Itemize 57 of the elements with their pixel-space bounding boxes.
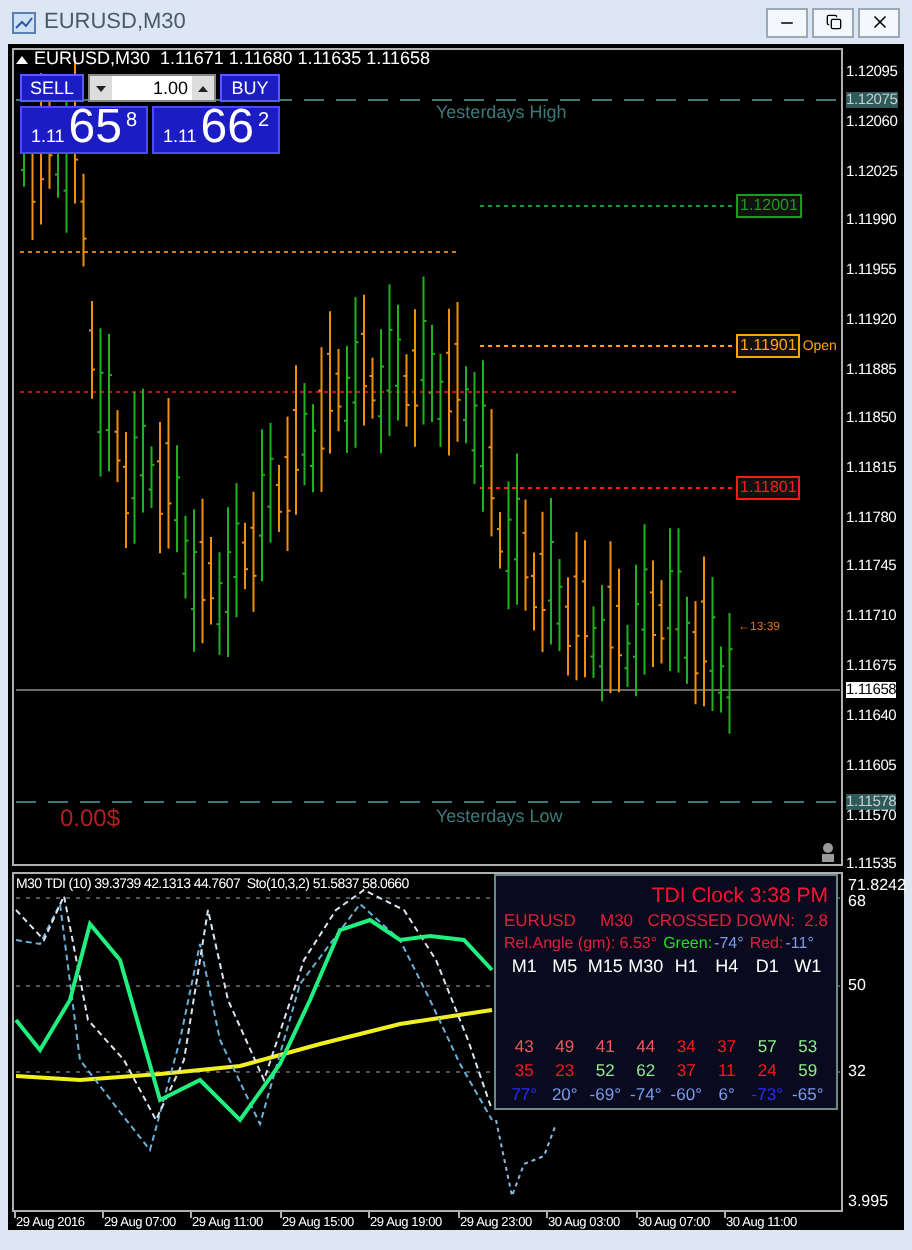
tdi-value: 59 [796,1060,820,1082]
tdi-value: 44 [634,1036,658,1058]
timeframe-label: D1 [753,956,781,978]
tdi-value: 62 [634,1060,658,1082]
tdi-value: 37 [715,1036,739,1058]
lot-size-field[interactable]: 1.00 [112,76,192,100]
chart-header: EURUSD,M30 1.11671 1.11680 1.11635 1.11658 [34,50,430,68]
tdi-value: 34 [674,1036,698,1058]
lot-stepper[interactable]: 1.00 [88,74,216,102]
sell-button[interactable]: SELL [20,74,84,102]
tdi-value: 6° [716,1084,737,1106]
level-label: Yesterdays Low [436,808,563,826]
cross-signal: CROSSED DOWN: 2.8 [647,910,828,932]
price-tag: 1.11901 [736,334,801,358]
tdi-value: -65° [790,1084,826,1106]
tdi-value: 23 [553,1060,577,1082]
tdi-value: 37 [674,1060,698,1082]
tdi-value: 49 [553,1036,577,1058]
tdi-value: 41 [593,1036,617,1058]
angle-text: Rel.Angle (gm): 6.53° [504,932,658,954]
fast-line-label: Green: [663,932,713,954]
tdi-value: -74° [628,1084,664,1106]
tdi-value: 20° [549,1084,580,1106]
timeframe-label: M1 [509,956,539,978]
signal-line-angle: -11° [785,932,814,954]
tdi-value: 52 [593,1060,617,1082]
indicator-axis-label: 3.995 [848,1194,889,1210]
indicator-axis-label: 50 [848,978,866,994]
price-tag: 1.12001 [736,194,802,218]
tdi-value: 24 [755,1060,779,1082]
indicator-axis-label: 32 [848,1064,866,1080]
window-title: EURUSD,M30 [44,7,186,38]
timeframe-label: M15 [585,956,625,978]
signal-line-label: Red: [749,932,784,954]
tdi-value: -69° [587,1084,623,1106]
level-label: Yesterdays High [436,104,567,122]
price-tag: 1.11801 [736,476,801,500]
timeframe-label: M30 [626,956,666,978]
timeframe-label: H4 [713,956,741,978]
tdi-value: 43 [512,1036,536,1058]
tdi-value: 11 [715,1060,738,1082]
clock-timeframe: M30 [600,910,634,932]
timeframe-label: M5 [550,956,580,978]
fast-line-angle: -74° [714,932,744,954]
timeframe-label: W1 [792,956,824,978]
tdi-value: -60° [668,1084,704,1106]
tdi-value: 57 [755,1036,779,1058]
tdi-value: 53 [796,1036,820,1058]
clock-title: TDI Clock 3:38 PM [651,884,828,910]
tdi-value: 77° [509,1084,540,1106]
indicator-axis-label: 68 [848,894,866,910]
timeframe-label: H1 [672,956,700,978]
clock-symbol: EURUSD [504,910,578,932]
balance-label: 0.00$ [60,806,121,830]
buy-button[interactable]: BUY [220,74,280,102]
tdi-value: 35 [512,1060,536,1082]
tdi-value: -73° [749,1084,785,1106]
